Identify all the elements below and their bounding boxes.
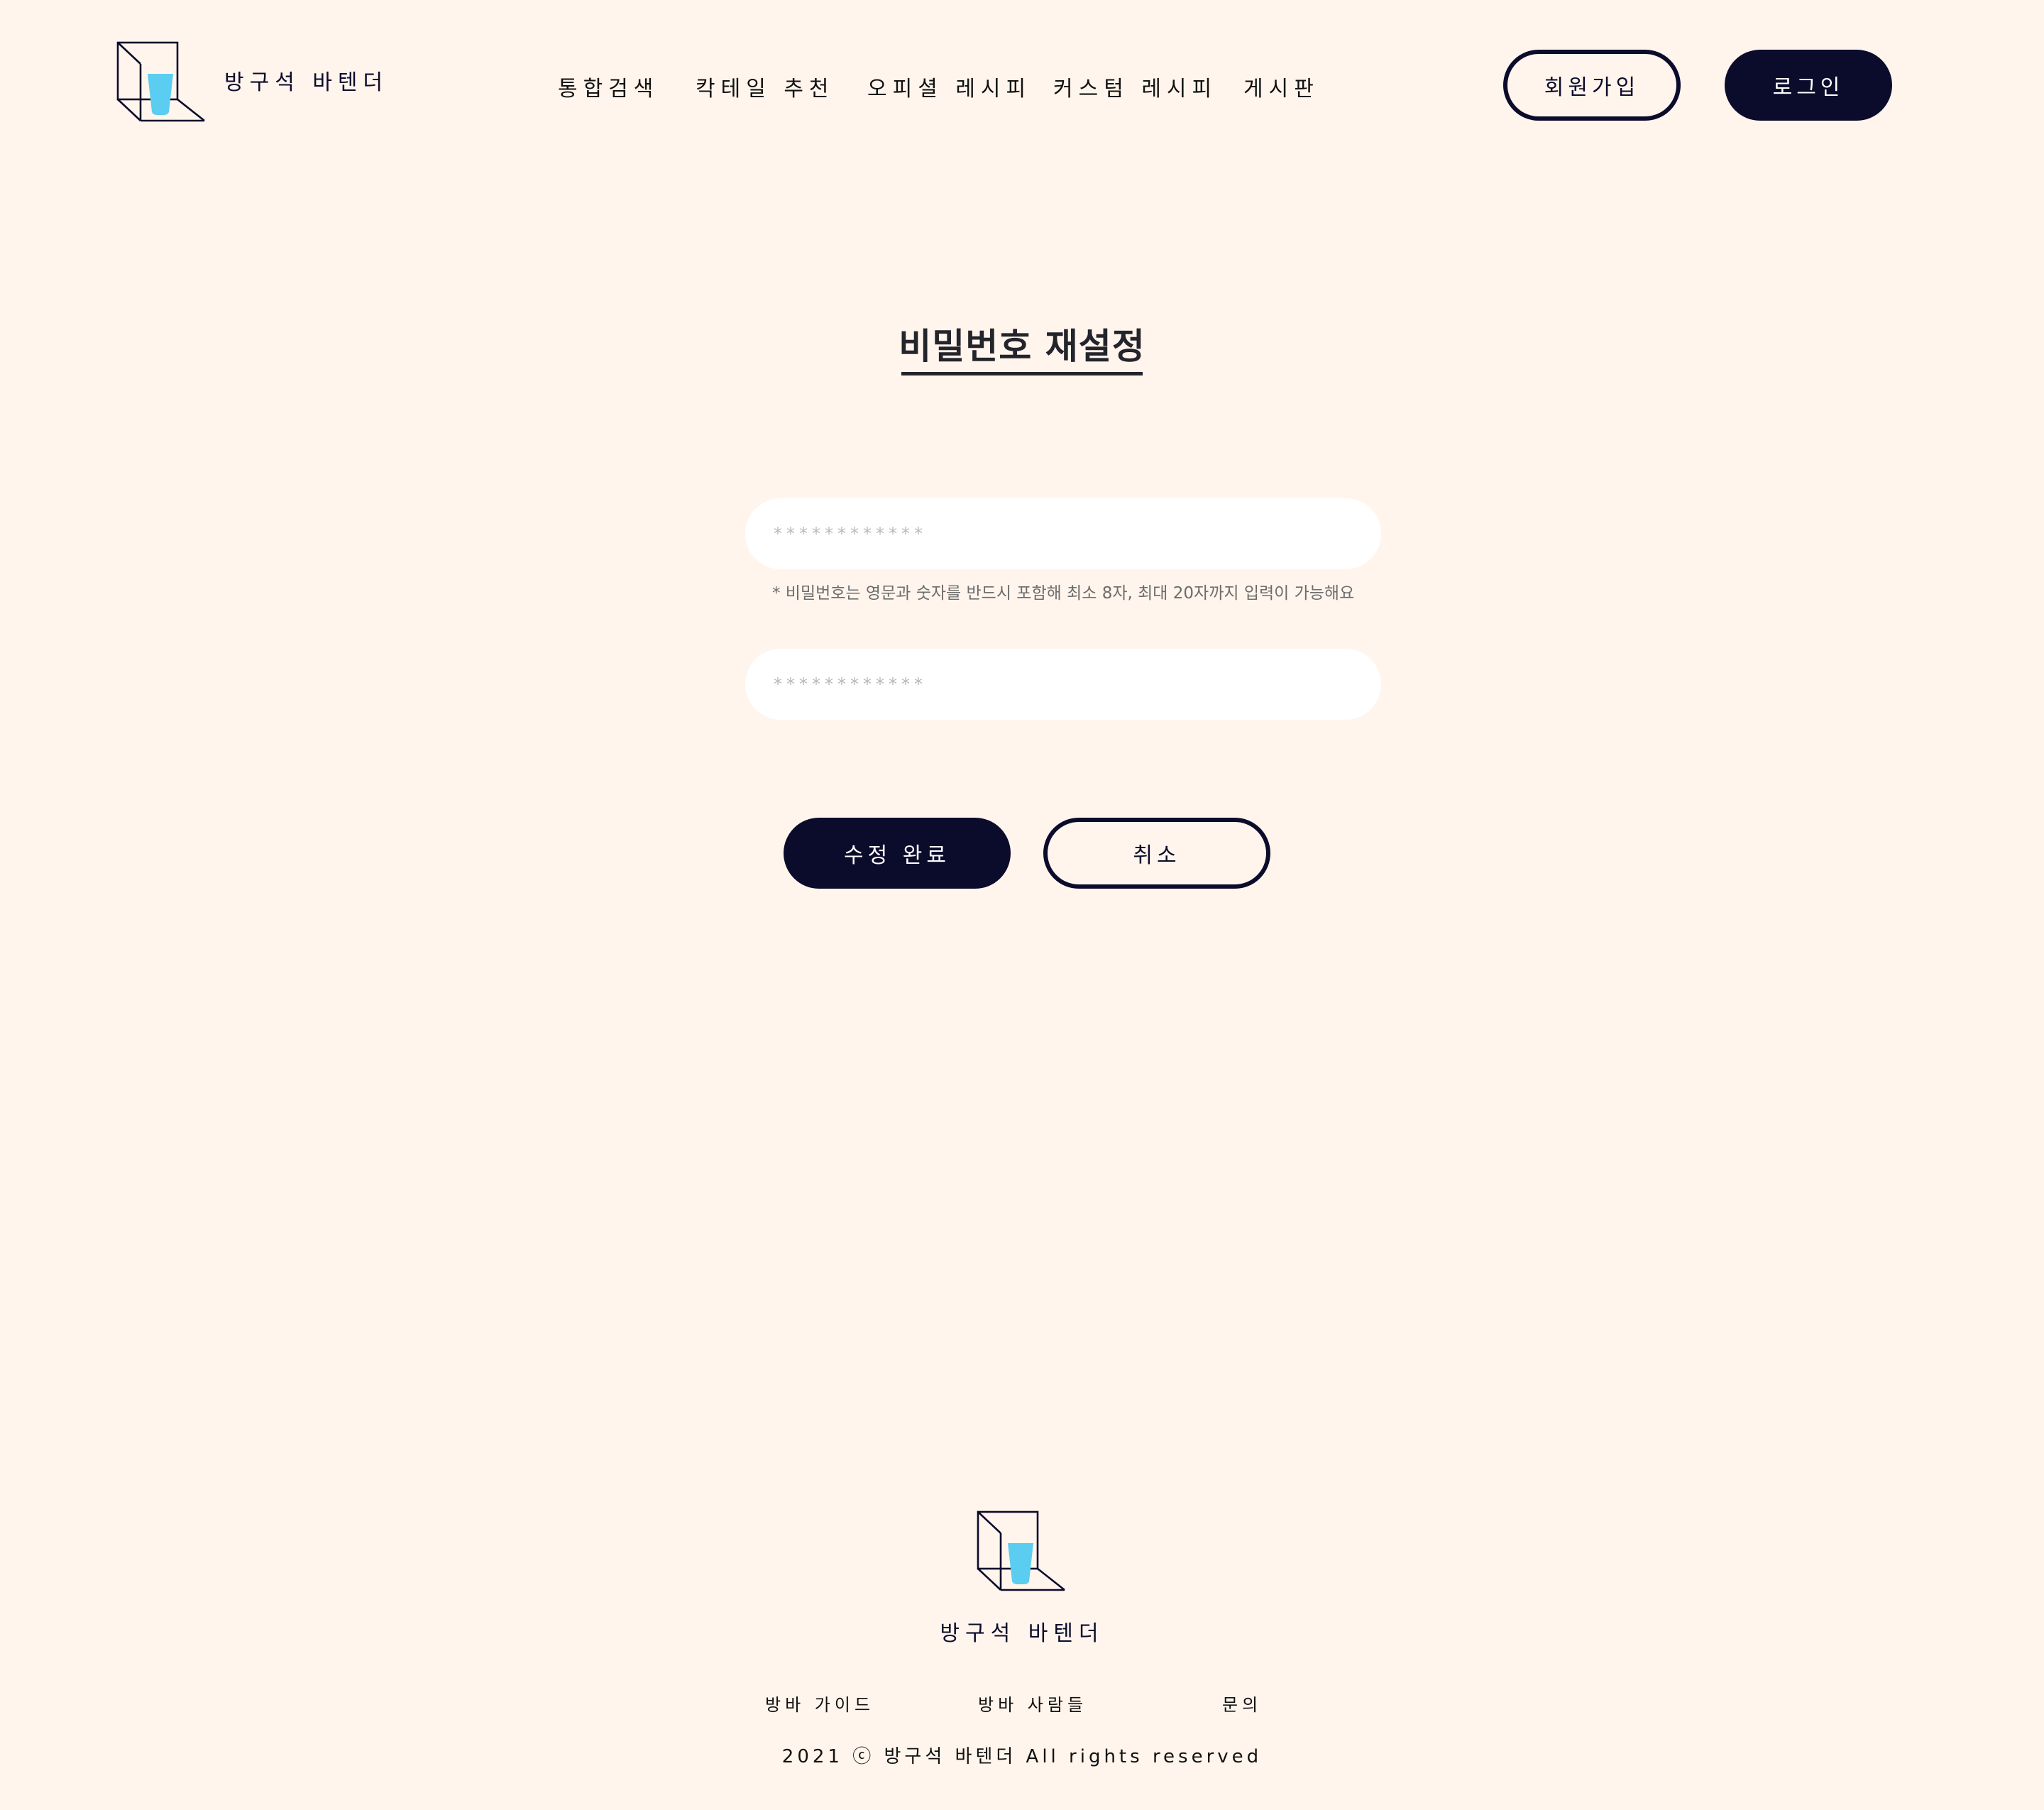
site-header: 방구석 바텐더 통합검색 칵테일 추천 오피셜 레시피 커스텀 레시피 게시판 … (0, 0, 2044, 170)
copyright: 2021 ⓒ 방구석 바텐더 All rights reserved (781, 1746, 1263, 1767)
nav-item-cocktail-recommend[interactable]: 칵테일 추천 (696, 71, 835, 102)
footer-link-guide[interactable]: 방바 가이드 (765, 1691, 874, 1716)
page-title: 비밀번호 재설정 (899, 326, 1145, 367)
nav-item-search[interactable]: 통합검색 (558, 71, 659, 102)
new-password-input[interactable] (745, 498, 1381, 569)
submit-button[interactable]: 수정 완료 (784, 818, 1011, 889)
login-button[interactable]: 로그인 (1725, 50, 1892, 121)
signup-button[interactable]: 회원가입 (1503, 50, 1681, 121)
footer-link-contact[interactable]: 문의 (1222, 1691, 1262, 1716)
password-hint: * 비밀번호는 영문과 숫자를 반드시 포함해 최소 8자, 최대 20자까지 … (772, 584, 1355, 603)
title-underline (901, 372, 1143, 375)
nav-item-board[interactable]: 게시판 (1243, 71, 1319, 102)
footer-logo[interactable] (977, 1510, 1066, 1596)
nav-item-official-recipe[interactable]: 오피셜 레시피 (867, 71, 1031, 102)
footer-brand-name: 방구석 바텐더 (940, 1621, 1104, 1646)
footer-link-people[interactable]: 방바 사람들 (978, 1691, 1087, 1716)
cancel-button[interactable]: 취소 (1043, 818, 1270, 889)
cube-glass-logo-icon (977, 1510, 1065, 1591)
nav-item-custom-recipe[interactable]: 커스텀 레시피 (1053, 71, 1217, 102)
confirm-password-input[interactable] (745, 649, 1381, 720)
